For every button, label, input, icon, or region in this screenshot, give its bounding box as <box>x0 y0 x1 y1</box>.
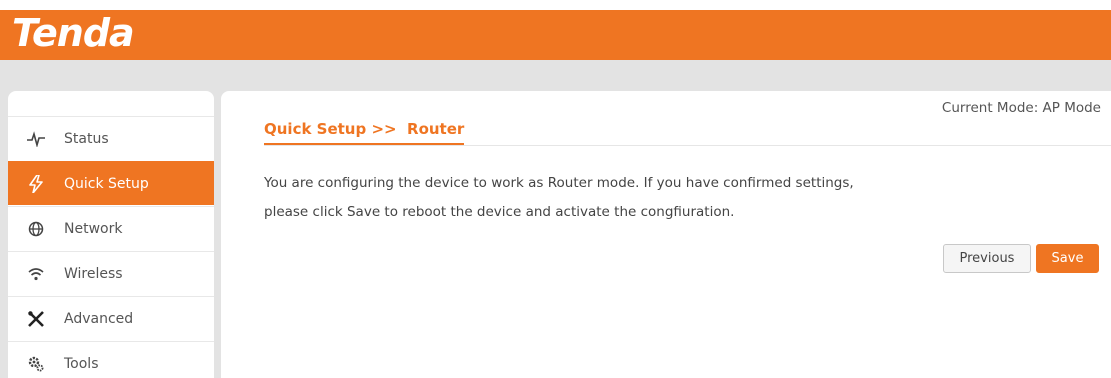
previous-button[interactable]: Previous <box>943 244 1031 273</box>
sidebar-item-label: Advanced <box>64 310 134 327</box>
sidebar-item-label: Status <box>64 130 109 147</box>
sidebar-item-label: Quick Setup <box>64 175 149 192</box>
sidebar-item-quick-setup[interactable]: Quick Setup <box>8 161 214 205</box>
sidebar-item-tools[interactable]: Tools <box>8 341 214 378</box>
info-message-line-2: please click Save to reboot the device a… <box>264 204 735 220</box>
gears-icon <box>26 354 46 374</box>
globe-icon <box>26 219 46 239</box>
wifi-icon <box>26 264 46 284</box>
sidebar-item-label: Wireless <box>64 265 123 282</box>
sidebar-item-network[interactable]: Network <box>8 206 214 250</box>
sidebar-item-wireless[interactable]: Wireless <box>8 251 214 295</box>
sidebar-item-status[interactable]: Status <box>8 116 214 160</box>
current-mode-label: Current Mode: AP Mode <box>941 100 1101 116</box>
sidebar-item-label: Tools <box>64 355 99 372</box>
divider <box>264 145 1111 146</box>
lightning-icon <box>26 174 46 194</box>
sidebar-nav: Status Quick Setup Network Wireless Adva… <box>8 91 214 378</box>
sidebar-item-label: Network <box>64 220 123 237</box>
tools-icon <box>26 309 46 329</box>
sidebar-item-advanced[interactable]: Advanced <box>8 296 214 340</box>
top-header: Tenda <box>0 10 1111 60</box>
tenda-logo: Tenda <box>12 11 135 55</box>
main-panel: Current Mode: AP Mode Quick Setup >> Rou… <box>221 91 1111 378</box>
breadcrumb: Quick Setup >> Router <box>264 120 465 145</box>
info-message-line-1: You are configuring the device to work a… <box>264 175 854 191</box>
save-button[interactable]: Save <box>1036 244 1099 273</box>
pulse-icon <box>26 129 46 149</box>
